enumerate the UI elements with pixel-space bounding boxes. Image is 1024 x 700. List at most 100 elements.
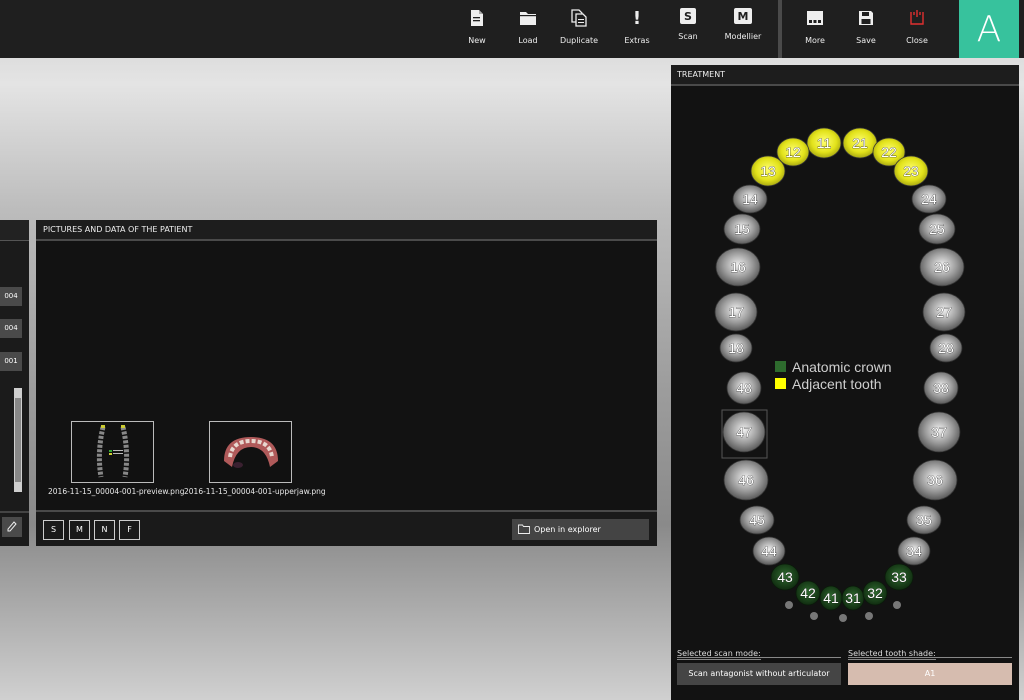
tooth-41[interactable]: 41 [819, 585, 843, 611]
tooth-27[interactable]: 27 [922, 292, 966, 332]
patient-list-scrollbar[interactable] [14, 388, 22, 492]
tooth-48[interactable]: 48 [726, 371, 762, 405]
tooth-23-number: 23 [903, 163, 919, 179]
tooth-47-number: 47 [736, 424, 752, 440]
tooth-33[interactable]: 33 [884, 563, 914, 591]
tooth-47[interactable]: 47 [722, 411, 766, 453]
tooth-34[interactable]: 34 [897, 536, 931, 566]
pencil-icon [7, 521, 17, 532]
mode-n-button[interactable]: N [94, 520, 115, 540]
tooth-14-number: 14 [742, 191, 758, 207]
mode-f-button[interactable]: F [119, 520, 140, 540]
tooth-42-number: 42 [800, 585, 816, 601]
open-in-explorer-label: Open in explorer [534, 525, 601, 534]
scan-mode-button[interactable]: Scan antagonist without articulator [677, 663, 841, 685]
extras-button[interactable]: ! Extras [612, 8, 662, 52]
tooth-35[interactable]: 35 [906, 505, 942, 535]
open-in-explorer-button[interactable]: Open in explorer [512, 519, 649, 540]
tooth-37[interactable]: 37 [917, 411, 961, 453]
tooth-42[interactable]: 42 [795, 580, 821, 606]
tooth-33-number: 33 [891, 569, 907, 585]
upperjaw-thumbnail[interactable] [209, 421, 292, 483]
tooth-48-number: 48 [736, 380, 752, 396]
logo-letter: A [976, 8, 1002, 50]
toolbar-separator [778, 0, 782, 58]
modellier-label: Modellier [724, 32, 762, 41]
mode-s-button[interactable]: S [43, 520, 64, 540]
tooth-16-number: 16 [730, 259, 746, 275]
preview-thumbnail[interactable] [71, 421, 154, 483]
load-label: Load [518, 36, 538, 45]
tooth-15-number: 15 [734, 221, 750, 237]
edit-button[interactable] [2, 517, 22, 537]
tooth-25[interactable]: 25 [918, 213, 956, 245]
duplicate-button[interactable]: Duplicate [554, 8, 604, 52]
selected-tooth-shade-label: Selected tooth shade: [848, 649, 936, 660]
upperjaw-scan-image [223, 437, 278, 468]
tooth-23[interactable]: 23 [893, 155, 929, 187]
patient-field-3[interactable]: 001 [0, 352, 22, 371]
more-dots-icon [806, 8, 824, 28]
scan-label: Scan [678, 32, 698, 41]
tooth-17[interactable]: 17 [714, 292, 758, 332]
tooth-13[interactable]: 13 [750, 155, 786, 187]
tooth-12-number: 12 [785, 144, 801, 160]
tooth-38-number: 38 [933, 380, 949, 396]
dental-chart: 11 12 13 21 22 23 14 15 16 17 18 24 25 26 27 28 48 47 46 45… [714, 127, 966, 622]
legend-swatch-adjacent-tooth [775, 378, 786, 389]
new-document-icon [468, 8, 486, 28]
close-button[interactable]: Close [892, 8, 942, 52]
extras-label: Extras [624, 36, 650, 45]
tooth-18[interactable]: 18 [719, 333, 753, 363]
modellier-button[interactable]: M Modellier [718, 8, 768, 52]
power-icon [908, 8, 926, 28]
app-logo[interactable]: A [959, 0, 1019, 58]
tooth-16[interactable]: 16 [715, 247, 761, 287]
exclamation-icon: ! [628, 7, 646, 29]
tooth-43-number: 43 [777, 569, 793, 585]
tooth-11[interactable]: 11 [806, 127, 842, 159]
patient-field-1[interactable]: 004 [0, 287, 22, 306]
more-label: More [805, 36, 825, 45]
new-button[interactable]: New [452, 8, 502, 52]
tooth-36[interactable]: 36 [912, 459, 958, 501]
legend-label-adjacent-tooth: Adjacent tooth [792, 376, 882, 392]
pictures-panel: PICTURES AND DATA OF THE PATIENT 2016-11… [36, 220, 657, 546]
scan-button[interactable]: S Scan [663, 8, 713, 52]
modellier-m-icon: M [734, 8, 752, 24]
tooth-45[interactable]: 45 [739, 505, 775, 535]
tooth-45-number: 45 [749, 512, 765, 528]
tooth-46[interactable]: 46 [723, 459, 769, 501]
tooth-44[interactable]: 44 [752, 536, 786, 566]
tooth-14[interactable]: 14 [732, 184, 768, 214]
more-button[interactable]: More [790, 8, 840, 52]
tooth-shade-underline [848, 657, 1012, 658]
tooth-43[interactable]: 43 [770, 563, 800, 591]
load-button[interactable]: Load [503, 8, 553, 52]
save-label: Save [856, 36, 876, 45]
scan-mode-underline [677, 657, 841, 658]
mode-m-button[interactable]: M [69, 520, 90, 540]
tooth-22-number: 22 [881, 144, 897, 160]
tooth-32-number: 32 [867, 585, 883, 601]
pictures-panel-title: PICTURES AND DATA OF THE PATIENT [36, 220, 657, 241]
floppy-disk-icon [857, 8, 875, 28]
tooth-21[interactable]: 21 [842, 127, 878, 159]
tooth-32[interactable]: 32 [862, 580, 888, 606]
tooth-31[interactable]: 31 [841, 585, 865, 611]
tooth-15[interactable]: 15 [723, 213, 761, 245]
implant-indicators [785, 601, 901, 622]
duplicate-label: Duplicate [559, 36, 599, 45]
tooth-24[interactable]: 24 [911, 184, 947, 214]
tooth-shade-button[interactable]: A1 [848, 663, 1012, 685]
tooth-38[interactable]: 38 [923, 371, 959, 405]
patient-field-2[interactable]: 004 [0, 319, 22, 338]
tooth-25-number: 25 [929, 221, 945, 237]
tooth-28[interactable]: 28 [929, 333, 963, 363]
save-button[interactable]: Save [841, 8, 891, 52]
patient-data-panel: 004 004 001 [0, 220, 29, 546]
extras-glyph: ! [632, 7, 642, 29]
tooth-26[interactable]: 26 [919, 247, 965, 287]
scrollbar-thumb[interactable] [15, 398, 21, 482]
legend-swatch-anatomic-crown [775, 361, 786, 372]
